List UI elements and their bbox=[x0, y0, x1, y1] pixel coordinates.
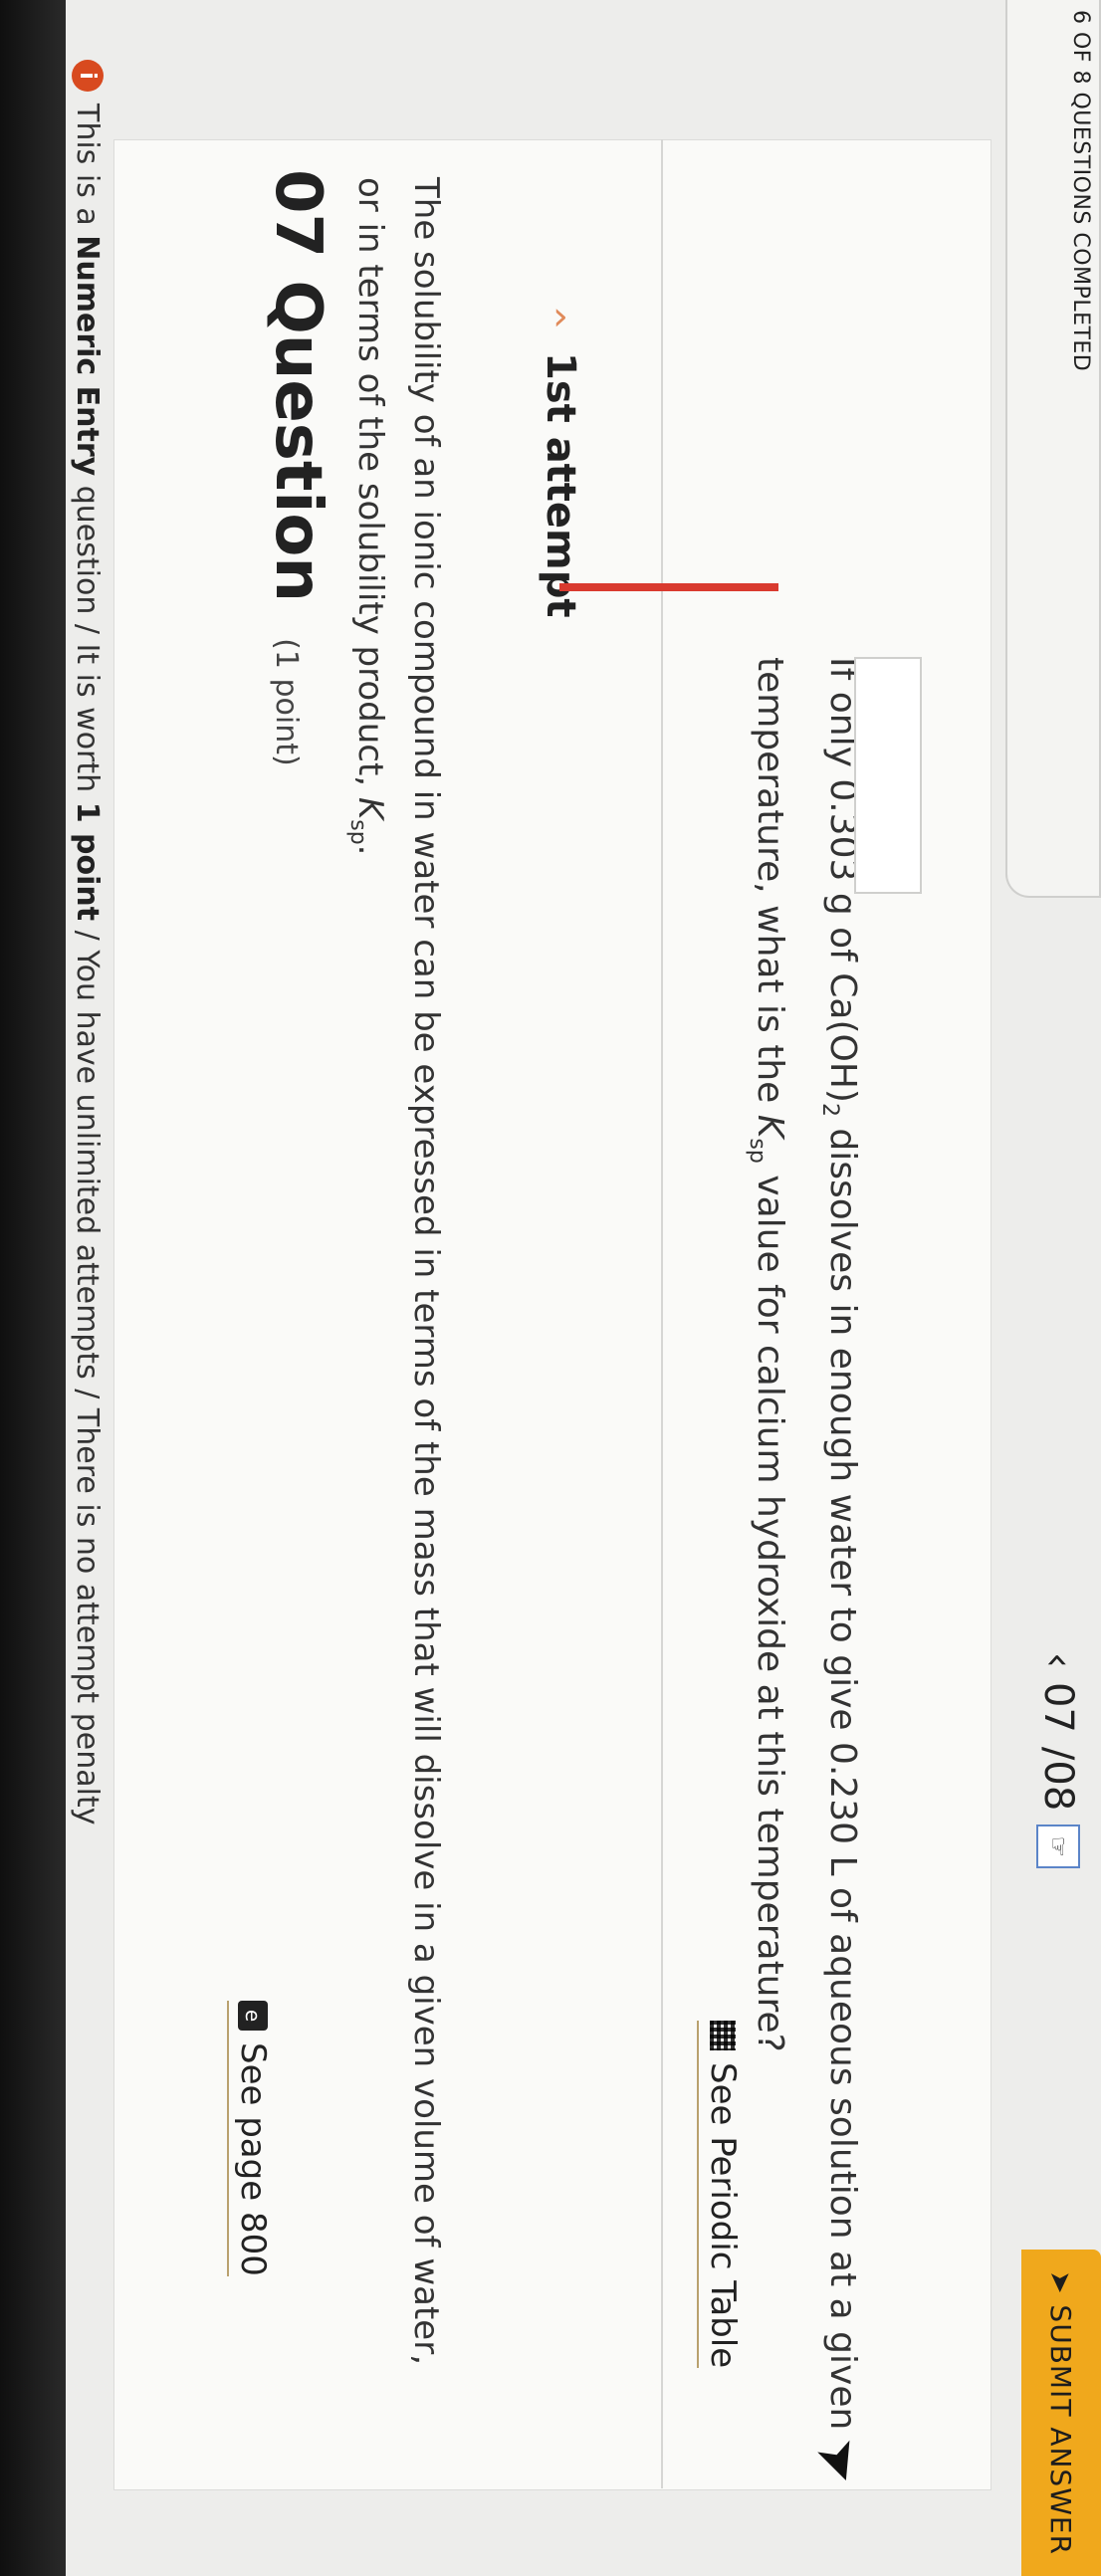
submit-answer-button[interactable]: ➤ SUBMIT ANSWER bbox=[1021, 2250, 1101, 2576]
stem-end: . bbox=[350, 844, 390, 856]
question-title: Question bbox=[261, 280, 334, 602]
attempt-status-bar bbox=[559, 583, 778, 591]
nav-total: /08 bbox=[1035, 1746, 1081, 1812]
banner-middle: question / It is worth bbox=[70, 476, 106, 802]
periodic-table-link[interactable]: See Periodic Table bbox=[697, 2021, 743, 2369]
banner-worth: 1 point bbox=[70, 801, 106, 922]
screen: 6 OF 8 QUESTIONS COMPLETED 07 Question (… bbox=[0, 0, 1101, 2576]
banner-prefix: This is a bbox=[70, 104, 106, 236]
formula-subscript: 2 bbox=[816, 1102, 842, 1117]
question-stem: The solubility of an ionic compound in w… bbox=[330, 177, 454, 2367]
progress-panel: 6 OF 8 QUESTIONS COMPLETED bbox=[1005, 0, 1101, 898]
prompt-ksp-symbol: Ksp bbox=[745, 1114, 790, 1164]
nav-current: 07 bbox=[1035, 1682, 1081, 1733]
prompt-ksp-subscript: sp bbox=[744, 1138, 770, 1164]
periodic-table-icon bbox=[710, 2021, 736, 2050]
submit-label: SUBMIT ANSWER bbox=[1044, 2304, 1078, 2556]
prev-question-icon[interactable]: ‹ bbox=[1035, 1652, 1081, 1668]
banner-suffix: / You have unlimited attempts / There is… bbox=[70, 921, 106, 1825]
section-divider bbox=[661, 139, 663, 2488]
monitor-bezel bbox=[0, 0, 66, 2576]
banner-text: This is a Numeric Entry question / It is… bbox=[71, 104, 106, 1825]
question-number: 07 bbox=[261, 169, 334, 259]
question-nav: ‹ 07/08 ☞ bbox=[1035, 1652, 1081, 1869]
attempt-prompt: If only 0.303 g of Ca(OH)2 dissolves in … bbox=[727, 657, 872, 2498]
answer-input[interactable] bbox=[854, 657, 922, 894]
info-icon: i bbox=[72, 60, 104, 92]
attempt-label: 1st attempt bbox=[538, 352, 583, 618]
stem-text: The solubility of an ionic compound in w… bbox=[350, 177, 446, 2366]
prompt-end: value for calcium hydroxide at this temp… bbox=[749, 1163, 790, 2052]
info-banner: i This is a Numeric Entry question / It … bbox=[70, 60, 106, 1825]
submit-icon: ➤ bbox=[1044, 2269, 1078, 2295]
see-page-link[interactable]: e See page 800 bbox=[227, 2001, 273, 2276]
question-heading: 07 Question (1 point) bbox=[261, 169, 334, 766]
ksp-subscript: sp bbox=[345, 819, 371, 845]
question-points: (1 point) bbox=[269, 638, 304, 766]
chevron-down-icon[interactable]: › bbox=[552, 294, 568, 339]
book-icon: e bbox=[238, 2001, 268, 2031]
banner-type: Numeric Entry bbox=[70, 235, 106, 477]
ksp-letter: K bbox=[350, 796, 390, 820]
prompt-ksp-letter: K bbox=[749, 1114, 790, 1139]
periodic-table-label: See Periodic Table bbox=[703, 2062, 743, 2369]
next-question-button[interactable]: ☞ bbox=[1036, 1825, 1080, 1869]
attempt-header[interactable]: › 1st attempt bbox=[538, 294, 583, 618]
ksp-symbol: Ksp bbox=[345, 796, 390, 845]
progress-label: 6 OF 8 QUESTIONS COMPLETED bbox=[1068, 10, 1093, 372]
see-page-label: See page 800 bbox=[233, 2042, 273, 2276]
